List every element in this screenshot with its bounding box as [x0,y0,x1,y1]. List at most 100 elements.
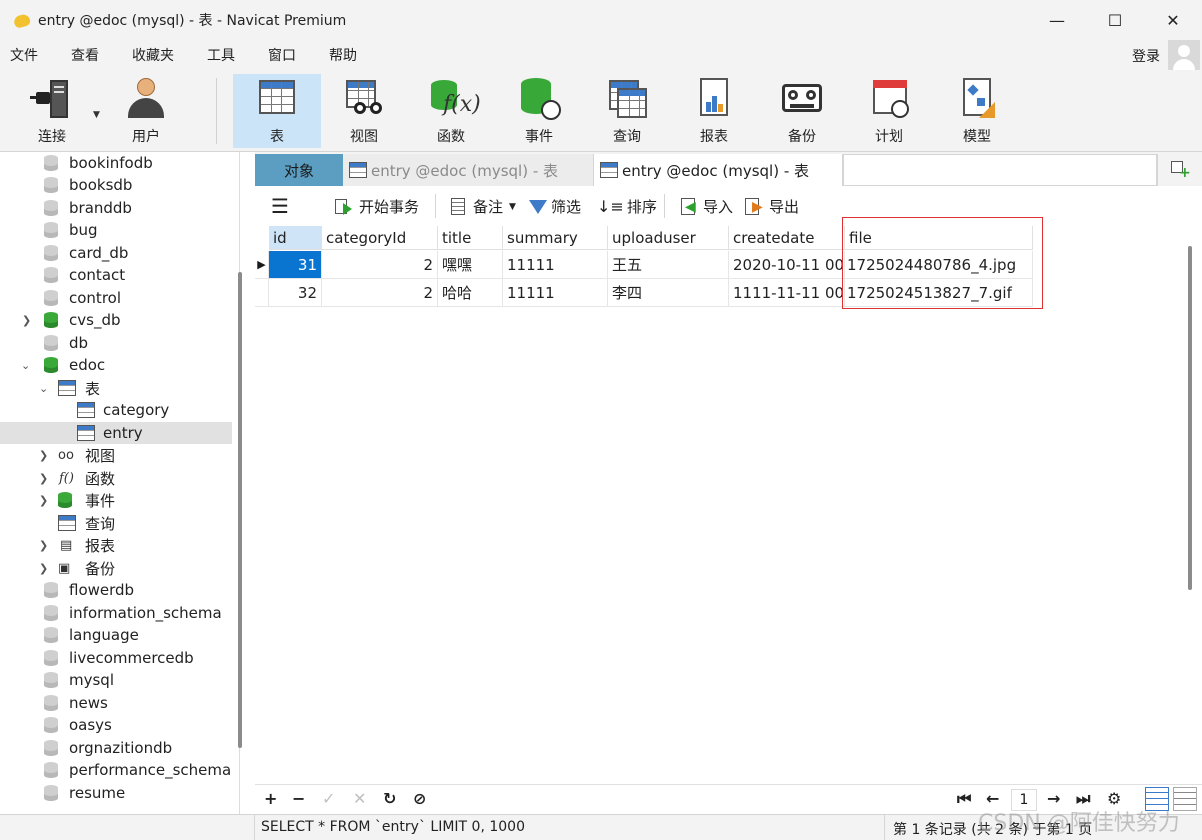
tree-group-functions[interactable]: ❯ f() 函数 [0,467,232,489]
tree-db-mysql[interactable]: mysql [0,669,232,691]
chevron-right-icon[interactable]: ❯ [39,494,48,507]
toolbar-query-button[interactable]: 查询 [583,74,671,148]
tree-db-oasys[interactable]: oasys [0,714,232,736]
table-cell[interactable]: 1725024513827_7.gif [845,279,1033,307]
toolbar-schedule-button[interactable]: 计划 [845,74,933,148]
column-header-title[interactable]: title [438,226,503,250]
toolbar-report-button[interactable]: 报表 [670,74,758,148]
table-cell[interactable]: 哈哈 [438,279,503,307]
table-cell[interactable]: 2 [322,279,438,307]
import-button[interactable]: ◀ 导入 [679,196,733,217]
avatar[interactable] [1168,40,1200,72]
tree-db-performance-schema[interactable]: performance_schema [0,759,232,781]
tree-group-tables[interactable]: ⌄ 表 [0,377,232,399]
toolbar-event-button[interactable]: 事件 [495,74,583,148]
toolbar-user-button[interactable]: 用户 [102,74,190,148]
tree-db-edoc[interactable]: ⌄ edoc [0,354,232,376]
tree-db-booksdb[interactable]: booksdb [0,174,232,196]
table-cell[interactable]: 32 [269,279,322,307]
tree-group-views[interactable]: ❯ oo 视图 [0,444,232,466]
new-tab-button[interactable]: + [1157,154,1202,186]
tree-db-bookinfodb[interactable]: bookinfodb [0,152,232,174]
add-record-icon[interactable]: + [264,789,277,808]
memo-button[interactable]: 备注 ▼ [451,196,516,217]
tab-objects[interactable]: 对象 [255,154,343,186]
table-cell[interactable]: 31 [269,251,322,279]
table-cell[interactable]: 11111 [503,279,608,307]
column-header-id[interactable]: id [269,226,322,250]
tree-table-category[interactable]: category [0,399,232,421]
tree-db-information-schema[interactable]: information_schema [0,602,232,624]
refresh-icon[interactable]: ↻ [383,789,396,808]
tab-entry-data[interactable]: entry @edoc (mysql) - 表 [593,154,843,186]
menu-window[interactable]: 窗口 [258,45,306,65]
apply-changes-icon[interactable]: ✓ [322,789,335,808]
export-button[interactable]: ▶ 导出 [745,196,799,217]
row-indicator[interactable] [255,279,269,307]
tree-group-reports[interactable]: ❯ ▤ 报表 [0,534,232,556]
tree-db-branddb[interactable]: branddb [0,197,232,219]
tree-db-resume[interactable]: resume [0,782,232,804]
column-header-createdate[interactable]: createdate [729,226,845,250]
memo-dropdown-icon[interactable]: ▼ [509,202,516,212]
table-cell[interactable]: 1725024480786_4.jpg [845,251,1033,279]
menu-help[interactable]: 帮助 [319,45,367,65]
toolbar-model-button[interactable]: 模型 [933,74,1021,148]
maximize-button[interactable]: ☐ [1086,0,1144,40]
menu-tools[interactable]: 工具 [197,45,245,65]
menu-view[interactable]: 查看 [61,45,109,65]
toolbar-connection-button[interactable]: 连接 [8,74,96,148]
tree-db-flowerdb[interactable]: flowerdb [0,579,232,601]
chevron-right-icon[interactable]: ❯ [39,472,48,485]
toolbar-table-button[interactable]: 表 [233,74,321,148]
toolbar-function-button[interactable]: f(x) 函数 [407,74,495,148]
toolbar-backup-button[interactable]: 备份 [758,74,846,148]
tree-db-orgnazitiondb[interactable]: orgnazitiondb [0,737,232,759]
menu-file[interactable]: 文件 [0,45,48,65]
column-header-uploaduser[interactable]: uploaduser [608,226,729,250]
table-cell[interactable]: 李四 [608,279,729,307]
minimize-button[interactable]: — [1028,0,1086,40]
connection-dropdown-icon[interactable]: ▼ [93,110,100,120]
tree-group-queries[interactable]: 查询 [0,512,232,534]
tree-db-cvs-db[interactable]: ❯ cvs_db [0,309,232,331]
tree-db-news[interactable]: news [0,692,232,714]
grid-scrollbar[interactable] [1188,246,1192,590]
chevron-right-icon[interactable]: ❯ [39,562,48,575]
tree-db-livecommercedb[interactable]: livecommercedb [0,647,232,669]
column-header-file[interactable]: file [845,226,1033,250]
login-link[interactable]: 登录 [1132,46,1160,66]
table-cell[interactable]: 王五 [608,251,729,279]
tree-scrollbar[interactable] [238,272,242,748]
table-cell[interactable]: 2020-10-11 00:0 [729,251,845,279]
tree-db-db[interactable]: db [0,332,232,354]
table-cell[interactable]: 嘿嘿 [438,251,503,279]
chevron-down-icon[interactable]: ⌄ [39,382,48,395]
tree-db-language[interactable]: language [0,624,232,646]
tree-db-control[interactable]: control [0,287,232,309]
tree-db-bug[interactable]: bug [0,219,232,241]
tree-group-events[interactable]: ❯ 事件 [0,489,232,511]
begin-transaction-button[interactable]: 开始事务 [335,196,419,217]
row-indicator-icon[interactable]: ▶ [255,251,269,279]
column-header-summary[interactable]: summary [503,226,608,250]
tree-db-contact[interactable]: contact [0,264,232,286]
chevron-right-icon[interactable]: ❯ [22,314,31,327]
toolbar-view-button[interactable]: 视图 [320,74,408,148]
table-cell[interactable]: 2 [322,251,438,279]
chevron-right-icon[interactable]: ❯ [39,449,48,462]
stop-icon[interactable]: ⊘ [413,789,426,808]
table-cell[interactable]: 11111 [503,251,608,279]
close-button[interactable]: ✕ [1144,0,1202,40]
discard-changes-icon[interactable]: ✕ [353,789,366,808]
tab-entry-design[interactable]: entry @edoc (mysql) - 表 [343,154,593,186]
menu-icon[interactable]: ☰ [271,194,289,218]
tree-group-backups[interactable]: ❯ ▣ 备份 [0,557,232,579]
filter-button[interactable]: 筛选 [529,196,581,217]
sort-button[interactable]: ↓≡ 排序 [597,196,657,217]
first-page-icon[interactable]: ⏮ [957,789,971,809]
table-cell[interactable]: 1111-11-11 00:0 [729,279,845,307]
chevron-right-icon[interactable]: ❯ [39,539,48,552]
column-header-categoryid[interactable]: categoryId [322,226,438,250]
tree-table-entry[interactable]: entry [0,422,232,444]
